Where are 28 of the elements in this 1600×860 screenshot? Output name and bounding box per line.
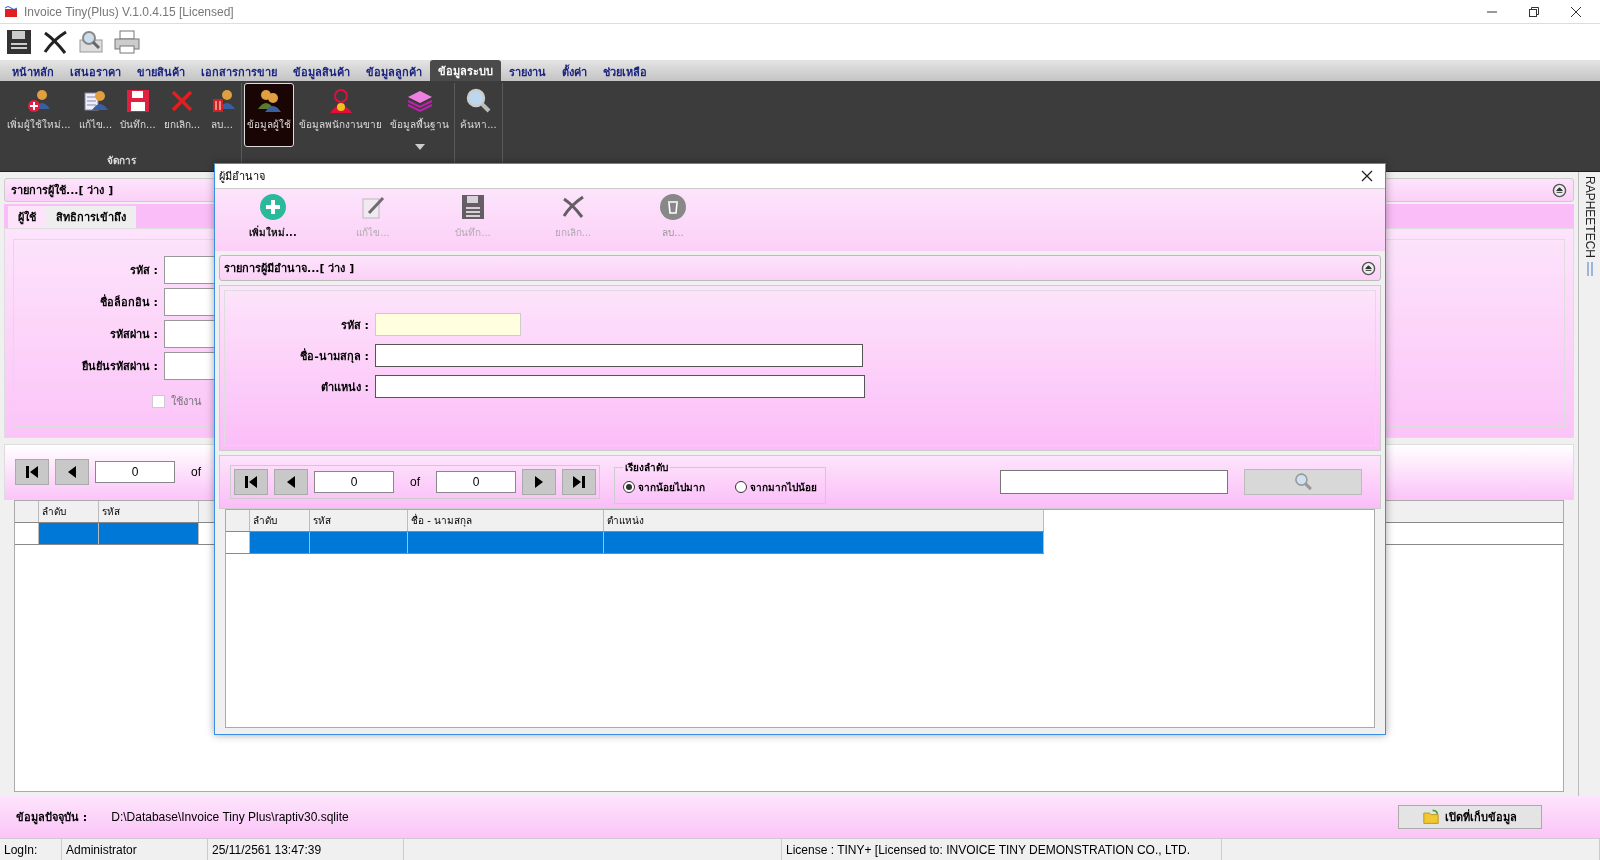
field-label: รหัส : — [128, 263, 158, 279]
of-label: of — [409, 475, 421, 489]
window-title: Invoice Tiny(Plus) V.1.0.4.15 [Licensed] — [24, 4, 234, 19]
status-text: LogIn: — [0, 839, 62, 860]
database-path: D:\Database\Invoice Tiny Plus\raptiv30.sqlite — [111, 810, 349, 824]
info-label: ข้อมูลปัจจุบัน : — [16, 810, 88, 826]
status-text: Administrator — [62, 839, 208, 860]
column-header: ตำแหน่ง — [604, 510, 1044, 531]
column-header: ลำดับ — [39, 501, 99, 522]
dialog-title: ผู้มีอำนาจ — [219, 169, 265, 185]
column-header: รหัส — [310, 510, 408, 531]
field-label: ชื่อล็อกอิน : — [98, 293, 158, 311]
group-label: จัดการ — [106, 154, 138, 168]
sort-title: เรียงลำดับ — [624, 461, 669, 475]
column-header: รหัส — [99, 501, 199, 522]
panel-title: รายการผู้ใช้...[ ว่าง ] — [11, 182, 114, 199]
status-text: 25/11/2561 13:47:39 — [208, 839, 404, 860]
field-label: ชื่อ-นามสกุล : — [299, 347, 369, 365]
field-label: รหัส : — [339, 317, 369, 334]
field-label: รหัสผ่าน : — [108, 327, 158, 343]
checkbox-label: ใช้งาน — [171, 394, 202, 410]
field-label: ยืนยันรหัสผ่าน : — [80, 359, 158, 375]
panel-title: รายการผู้มีอำนาจ...[ ว่าง ] — [224, 261, 355, 277]
field-label: ตำแหน่ง : — [319, 379, 369, 396]
column-header: ลำดับ — [250, 510, 310, 531]
of-label: of — [190, 465, 202, 479]
column-header: ชื่อ - นามสกุล — [408, 510, 604, 531]
status-text: License : TINY+ [Licensed to: INVOICE TINY DEMONSTRATION CO., LTD. — [782, 839, 1222, 860]
